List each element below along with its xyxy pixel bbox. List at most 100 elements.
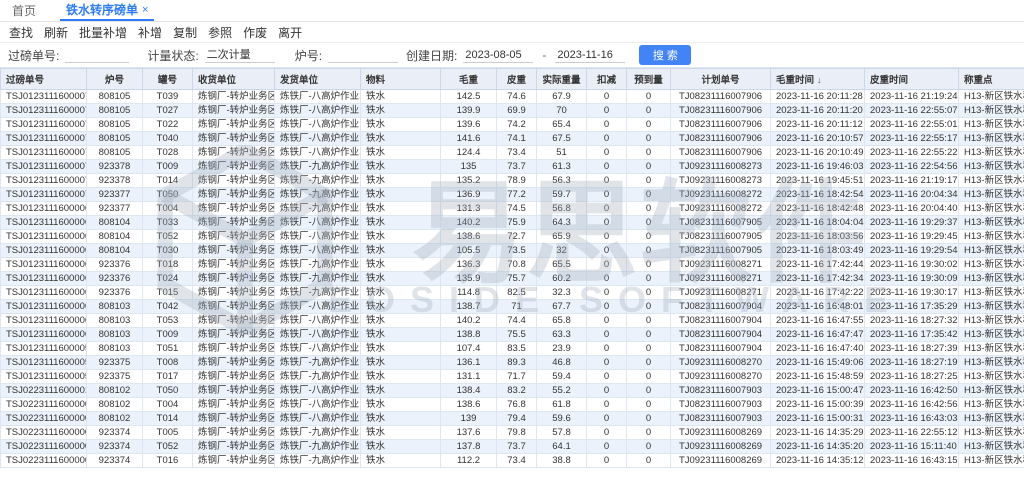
- table-row[interactable]: TSJ01231116000065923376T018炼钢厂-转炉业务区炼铁厂-…: [1, 258, 1024, 272]
- column-header[interactable]: 过磅单号: [1, 69, 87, 90]
- cell: T040: [143, 132, 193, 146]
- column-header[interactable]: 计划单号: [671, 69, 771, 90]
- table-row[interactable]: TSJ01231116000076808105T022炼钢厂-转炉业务区炼铁厂-…: [1, 118, 1024, 132]
- toolbar-button[interactable]: 批量补增: [79, 24, 127, 41]
- table-row[interactable]: TSJ01231116000070923377T050炼钢厂-转炉业务区炼铁厂-…: [1, 188, 1024, 202]
- cell: 114.8: [441, 286, 497, 300]
- column-header[interactable]: 收货单位: [193, 69, 275, 90]
- cell: TSJ01231116000064: [1, 272, 87, 286]
- table-row[interactable]: TSJ01231116000077808105T027炼钢厂-转炉业务区炼铁厂-…: [1, 104, 1024, 118]
- cell: TJ08231116007904: [671, 342, 771, 356]
- cell: 铁水: [361, 146, 441, 160]
- table-row[interactable]: TSJ01231116000072923378T009炼钢厂-转炉业务区炼铁厂-…: [1, 160, 1024, 174]
- cell: T024: [143, 272, 193, 286]
- cell: 2023-11-16 17:42:44: [771, 258, 865, 272]
- furnace-no-input[interactable]: [328, 47, 398, 63]
- table-row[interactable]: TSJ01231116000068808104T033炼钢厂-转炉业务区炼铁厂-…: [1, 216, 1024, 230]
- table-row[interactable]: TSJ02231116000009808102T004炼钢厂-转炉业务区炼铁厂-…: [1, 398, 1024, 412]
- cell: H13-新区铁水秤: [959, 426, 1024, 440]
- table-row[interactable]: TSJ01231116000063923376T015炼钢厂-转炉业务区炼铁厂-…: [1, 286, 1024, 300]
- toolbar-button[interactable]: 刷新: [44, 24, 68, 41]
- table-row[interactable]: TSJ02231116000010808102T050炼钢厂-转炉业务区炼铁厂-…: [1, 384, 1024, 398]
- column-header[interactable]: 皮重时间: [865, 69, 959, 90]
- toolbar-button[interactable]: 离开: [278, 24, 302, 41]
- cell: 炼铁厂-八高炉作业区: [275, 300, 361, 314]
- table-row[interactable]: TSJ01231116000069923377T004炼钢厂-转炉业务区炼铁厂-…: [1, 202, 1024, 216]
- table-row[interactable]: TSJ01231116000066808104T030炼钢厂-转炉业务区炼铁厂-…: [1, 244, 1024, 258]
- toolbar-button[interactable]: 补增: [138, 24, 162, 41]
- cell: 67.7: [537, 300, 587, 314]
- cell: 141.6: [441, 132, 497, 146]
- cell: 51: [537, 146, 587, 160]
- tab-iron-transfer-bill[interactable]: 铁水转序磅单 ×: [60, 0, 154, 21]
- cell: TSJ01231116000063: [1, 286, 87, 300]
- close-icon[interactable]: ×: [142, 4, 148, 16]
- table-row[interactable]: TSJ01231116000078808105T039炼钢厂-转炉业务区炼铁厂-…: [1, 90, 1024, 104]
- measure-status-label: 计量状态:: [147, 47, 198, 64]
- toolbar-button[interactable]: 作废: [243, 24, 267, 41]
- table-row[interactable]: TSJ01231116000074808105T040炼钢厂-转炉业务区炼铁厂-…: [1, 132, 1024, 146]
- cell: 808105: [87, 132, 143, 146]
- toolbar-button[interactable]: 复制: [173, 24, 197, 41]
- table-row[interactable]: TSJ01231116000054923375T008炼钢厂-转炉业务区炼铁厂-…: [1, 356, 1024, 370]
- cell: 0: [587, 160, 627, 174]
- table-row[interactable]: TSJ02231116000006923374T052炼钢厂-转炉业务区炼铁厂-…: [1, 440, 1024, 454]
- column-header[interactable]: 毛重时间↓: [771, 69, 865, 90]
- table-row[interactable]: TSJ01231116000073808105T028炼钢厂-转炉业务区炼铁厂-…: [1, 146, 1024, 160]
- cell: TJ08231116007904: [671, 300, 771, 314]
- table-row[interactable]: TSJ01231116000067808104T052炼钢厂-转炉业务区炼铁厂-…: [1, 230, 1024, 244]
- cell: 2023-11-16 18:27:19: [865, 356, 959, 370]
- cell: 铁水: [361, 90, 441, 104]
- cell: T039: [143, 90, 193, 104]
- search-button[interactable]: 搜 索: [639, 45, 691, 65]
- toolbar: 查找刷新批量补增补增复制参照作废离开: [0, 22, 1024, 43]
- bill-no-input[interactable]: [65, 47, 129, 63]
- column-header[interactable]: 发货单位: [275, 69, 361, 90]
- cell: 炼铁厂-九高炉作业区: [275, 370, 361, 384]
- table-row[interactable]: TSJ01231116000062808103T042炼钢厂-转炉业务区炼铁厂-…: [1, 300, 1024, 314]
- table-row[interactable]: TSJ01231116000053923375T017炼钢厂-转炉业务区炼铁厂-…: [1, 370, 1024, 384]
- column-header[interactable]: 预到量: [627, 69, 671, 90]
- cell: 2023-11-16 20:11:28: [771, 90, 865, 104]
- column-header[interactable]: 称重点: [959, 69, 1024, 90]
- cell: 0: [627, 454, 671, 468]
- column-header[interactable]: 实际重量: [537, 69, 587, 90]
- column-header[interactable]: 罐号: [143, 69, 193, 90]
- column-header[interactable]: 扣减: [587, 69, 627, 90]
- cell: 炼铁厂-九高炉作业区: [275, 286, 361, 300]
- cell: 923376: [87, 286, 143, 300]
- cell: 0: [587, 132, 627, 146]
- toolbar-button[interactable]: 查找: [9, 24, 33, 41]
- table-row[interactable]: TSJ01231116000061808103T053炼钢厂-转炉业务区炼铁厂-…: [1, 314, 1024, 328]
- cell: T030: [143, 244, 193, 258]
- cell: 23.9: [537, 342, 587, 356]
- table-row[interactable]: TSJ02231116000005923374T016炼钢厂-转炉业务区炼铁厂-…: [1, 454, 1024, 468]
- cell: 136.3: [441, 258, 497, 272]
- tab-active-label: 铁水转序磅单: [66, 1, 138, 18]
- column-header[interactable]: 毛重: [441, 69, 497, 90]
- toolbar-button[interactable]: 参照: [208, 24, 232, 41]
- cell: 59.4: [537, 370, 587, 384]
- cell: 0: [587, 202, 627, 216]
- tab-home[interactable]: 首页: [0, 0, 48, 21]
- table-row[interactable]: TSJ01231116000071923378T014炼钢厂-转炉业务区炼铁厂-…: [1, 174, 1024, 188]
- cell: TJ09231116008273: [671, 160, 771, 174]
- measure-status-select[interactable]: 二次计量: [205, 47, 275, 63]
- cell: 73.7: [497, 440, 537, 454]
- date-to-input[interactable]: 2023-11-16: [555, 47, 625, 63]
- table-row[interactable]: TSJ02231116000007923374T005炼钢厂-转炉业务区炼铁厂-…: [1, 426, 1024, 440]
- table-row[interactable]: TSJ01231116000064923376T024炼钢厂-转炉业务区炼铁厂-…: [1, 272, 1024, 286]
- date-from-input[interactable]: 2023-08-05: [463, 47, 533, 63]
- table-row[interactable]: TSJ01231116000060808103T009炼钢厂-转炉业务区炼铁厂-…: [1, 328, 1024, 342]
- column-header[interactable]: 炉号: [87, 69, 143, 90]
- cell: TSJ02231116000009: [1, 398, 87, 412]
- cell: 炼铁厂-九高炉作业区: [275, 440, 361, 454]
- cell: 65.9: [537, 230, 587, 244]
- tab-bar: 首页 铁水转序磅单 ×: [0, 0, 1024, 22]
- column-header[interactable]: 物料: [361, 69, 441, 90]
- cell: 铁水: [361, 300, 441, 314]
- column-header[interactable]: 皮重: [497, 69, 537, 90]
- table-row[interactable]: TSJ02231116000008808102T014炼钢厂-转炉业务区炼铁厂-…: [1, 412, 1024, 426]
- cell: 2023-11-16 14:35:12: [771, 454, 865, 468]
- table-row[interactable]: TSJ01231116000059808103T051炼钢厂-转炉业务区炼铁厂-…: [1, 342, 1024, 356]
